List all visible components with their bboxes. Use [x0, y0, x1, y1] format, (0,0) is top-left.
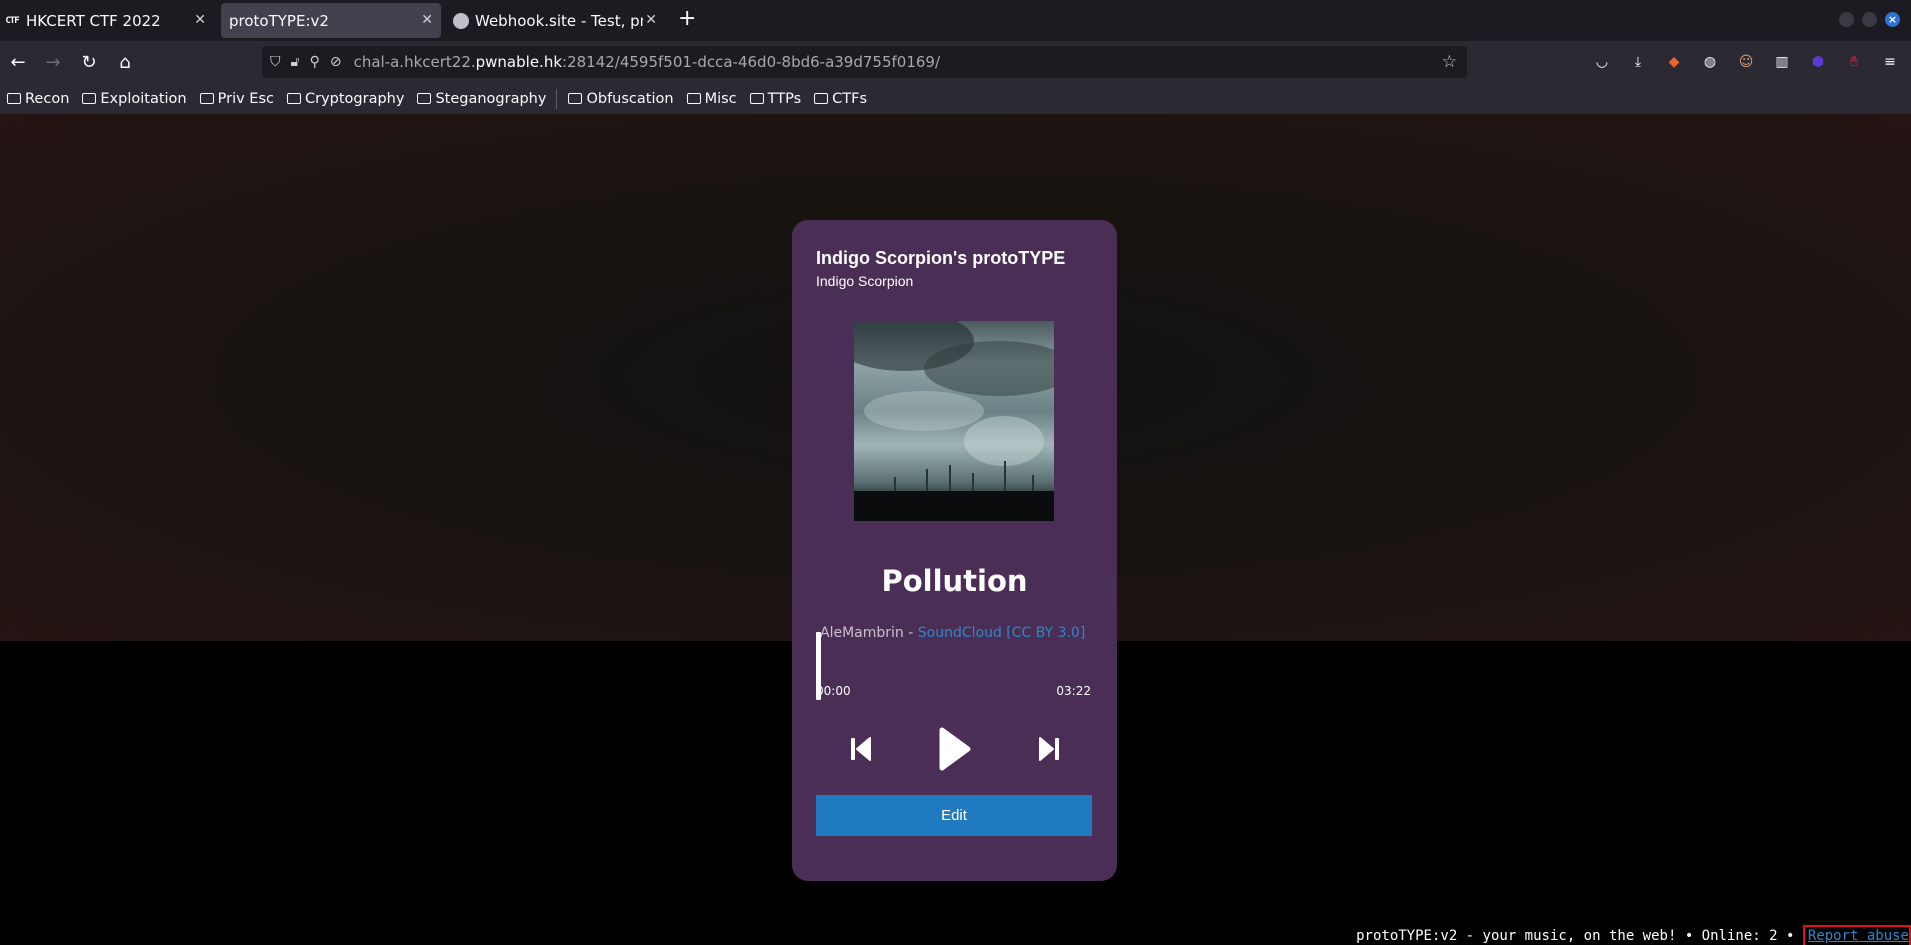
url-bar[interactable]: ⛉ 🔓︎ ⚲ ⊘ chal-a.hkcert22.pwnable.hk:2814…: [262, 46, 1467, 78]
tab-hkcert[interactable]: CTF HKCERT CTF 2022 ✕: [4, 3, 214, 38]
bookmark-ctfs[interactable]: CTFs: [814, 91, 867, 107]
shield-icon[interactable]: ⛉: [270, 54, 281, 70]
tab-prototype[interactable]: protoTYPE:v2 ✕: [221, 3, 441, 38]
song-title: Pollution: [881, 564, 1028, 598]
tab-webhook[interactable]: Webhook.site - Test, proc ✕: [453, 3, 665, 38]
forward-arrow-icon[interactable]: →: [41, 50, 65, 74]
close-window-icon[interactable]: ×: [1885, 12, 1900, 27]
report-abuse-link[interactable]: Report abuse: [1802, 925, 1911, 945]
extension-hand-icon[interactable]: ✋︎: [1844, 52, 1864, 72]
tracking-icon[interactable]: ⊘: [330, 54, 342, 70]
bookmark-steganography[interactable]: Steganography: [417, 91, 546, 107]
extension-hex-icon[interactable]: ⬢: [1808, 52, 1828, 72]
folder-icon: [686, 93, 701, 104]
webhook-icon: [453, 12, 469, 29]
skip-back-icon: [851, 737, 871, 761]
bookmark-cryptography[interactable]: Cryptography: [286, 91, 404, 107]
play-button[interactable]: [937, 726, 973, 772]
footer: protoTYPE:v2 - your music, on the web! •…: [1356, 925, 1911, 945]
back-arrow-icon[interactable]: ←: [6, 50, 30, 74]
folder-icon: [7, 93, 21, 104]
permissions-icon[interactable]: ⚲: [310, 54, 320, 70]
tab-title: protoTYPE:v2: [229, 11, 329, 30]
extension-fox-icon[interactable]: ◆: [1664, 52, 1684, 72]
tab-title: HKCERT CTF 2022: [26, 11, 161, 30]
playlist-title: Indigo Scorpion's protoTYPE: [816, 248, 1066, 268]
url-text[interactable]: chal-a.hkcert22.pwnable.hk:28142/4595f50…: [354, 53, 940, 71]
pocket-icon[interactable]: ◡: [1592, 52, 1612, 72]
nav-bar: ← → ↻ ⌂ ⛉ 🔓︎ ⚲ ⊘ chal-a.hkcert22.pwnable…: [0, 41, 1911, 83]
page-content: Indigo Scorpion's protoTYPE Indigo Scorp…: [0, 114, 1911, 945]
time-total: 03:22: [1056, 684, 1091, 698]
bookmark-star-icon[interactable]: ☆: [1442, 52, 1457, 72]
downloads-icon[interactable]: ⤓: [1628, 52, 1648, 72]
folder-icon: [749, 93, 764, 104]
folder-icon: [286, 93, 301, 104]
folder-icon: [199, 93, 214, 104]
previous-track-button[interactable]: [848, 734, 874, 764]
close-tab-icon[interactable]: ✕: [645, 12, 657, 28]
home-icon[interactable]: ⌂: [113, 50, 137, 74]
edit-button[interactable]: Edit: [816, 795, 1092, 836]
bookmark-obfuscation[interactable]: Obfuscation: [568, 91, 674, 107]
new-tab-button[interactable]: +: [678, 8, 696, 30]
credit-author: AleMambrin -: [820, 625, 914, 641]
album-cover: [854, 321, 1054, 521]
cookie-icon[interactable]: ◍: [1700, 52, 1720, 72]
bookmark-exploitation[interactable]: Exploitation: [82, 91, 187, 107]
ctf-favicon-icon: CTF: [5, 15, 19, 26]
folder-icon: [417, 93, 432, 104]
folder-icon: [568, 93, 583, 104]
credit-link[interactable]: SoundCloud [CC BY 3.0]: [918, 625, 1086, 641]
tab-title: Webhook.site - Test, proc: [475, 11, 643, 30]
folder-icon: [82, 93, 97, 104]
tab-strip: CTF HKCERT CTF 2022 ✕ protoTYPE:v2 ✕ Web…: [0, 0, 1911, 41]
trash-icon[interactable]: ▥: [1772, 52, 1792, 72]
bookmark-recon[interactable]: Recon: [7, 91, 69, 107]
close-tab-icon[interactable]: ✕: [194, 12, 206, 28]
bookmarks-bar: Recon Exploitation Priv Esc Cryptography…: [0, 83, 1911, 114]
next-track-button[interactable]: [1036, 734, 1062, 764]
time-current: 00:00: [816, 684, 851, 698]
player-card: Indigo Scorpion's protoTYPE Indigo Scorp…: [792, 220, 1117, 881]
folder-icon: [814, 93, 829, 104]
bookmark-ttps[interactable]: TTPs: [749, 91, 801, 107]
minimize-icon[interactable]: [1839, 12, 1854, 27]
bookmark-priv-esc[interactable]: Priv Esc: [199, 91, 274, 107]
play-icon: [939, 727, 971, 771]
lock-icon[interactable]: 🔓︎: [291, 54, 300, 70]
footer-text: protoTYPE:v2 - your music, on the web! •…: [1356, 928, 1795, 944]
playlist-artist: Indigo Scorpion: [816, 273, 914, 289]
maximize-icon[interactable]: [1862, 12, 1877, 27]
menu-icon[interactable]: ≡: [1880, 52, 1900, 72]
reload-icon[interactable]: ↻: [77, 50, 101, 74]
song-credit: AleMambrin - SoundCloud [CC BY 3.0]: [820, 625, 1085, 641]
bookmark-misc[interactable]: Misc: [686, 91, 737, 107]
close-tab-icon[interactable]: ✕: [421, 12, 433, 28]
skip-forward-icon: [1039, 737, 1059, 761]
extension-face-icon[interactable]: ☺: [1736, 52, 1756, 72]
bookmark-separator: [556, 88, 558, 109]
